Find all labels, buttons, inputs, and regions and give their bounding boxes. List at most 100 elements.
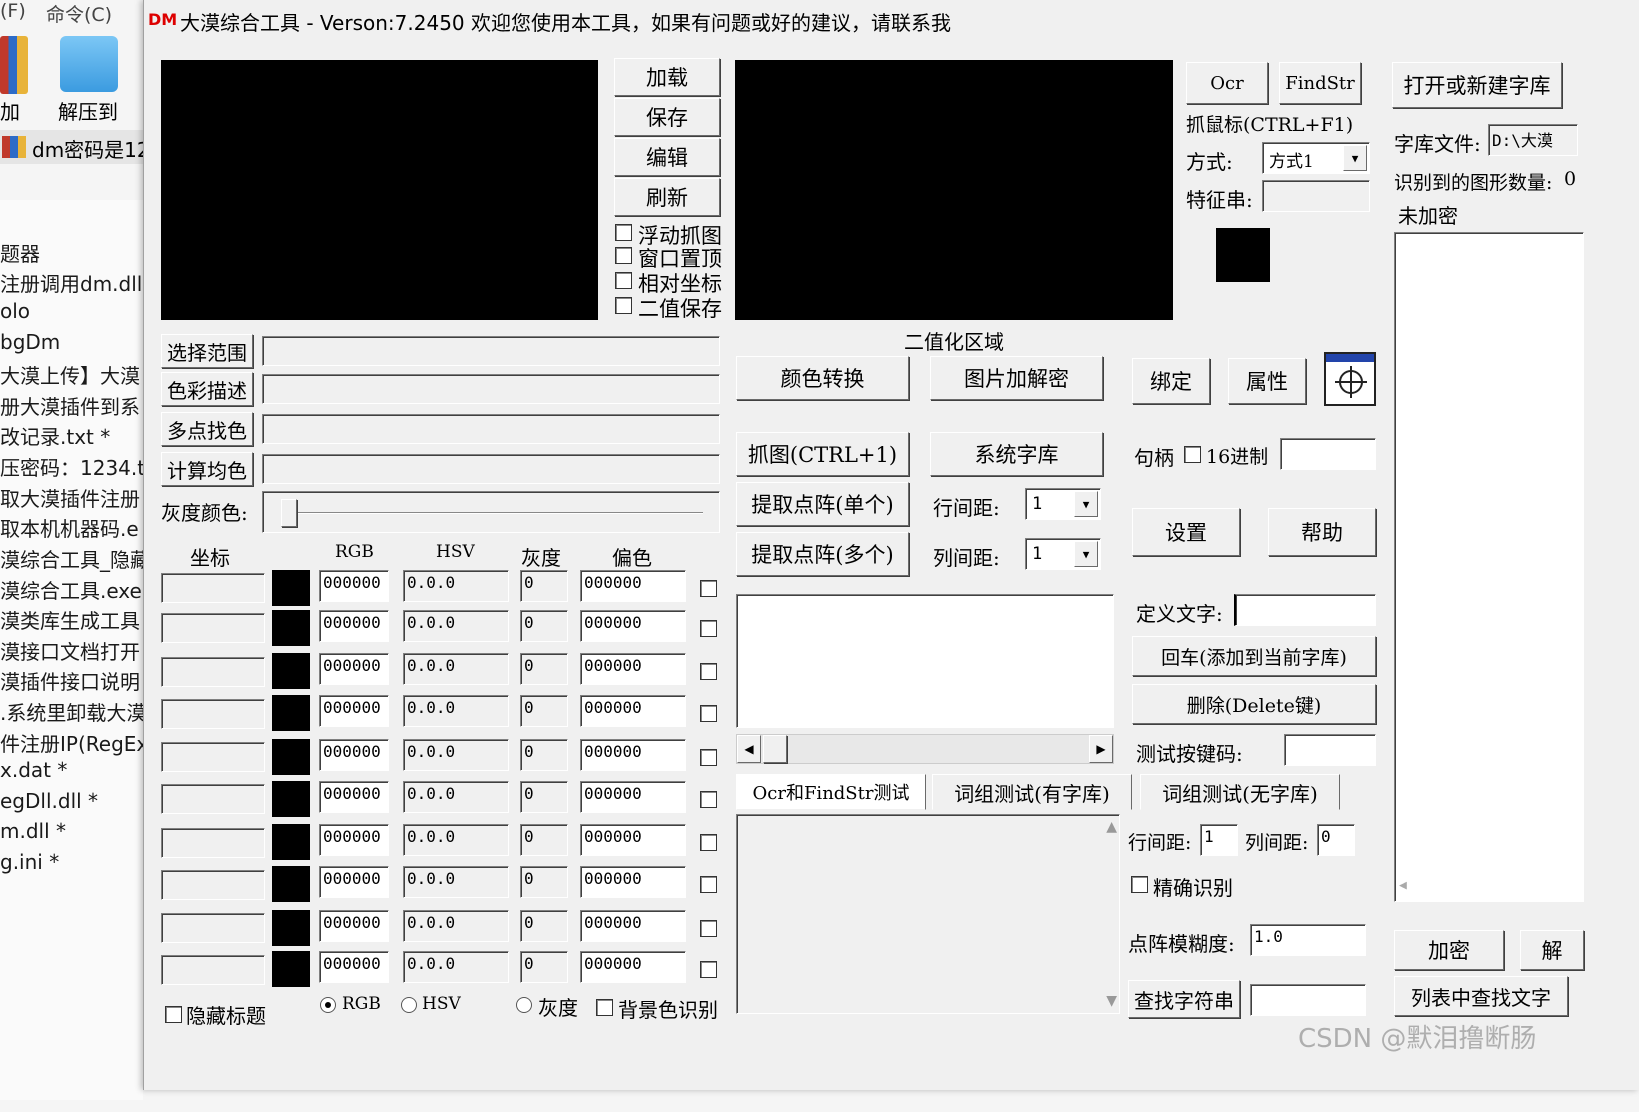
bg-recog-checkbox[interactable]	[596, 999, 613, 1016]
scroll-up-icon[interactable]: ▲	[1106, 819, 1117, 835]
ocr-line-gap-field[interactable]: 1	[1200, 824, 1238, 856]
file-item[interactable]: 册大漠插件到系	[0, 391, 140, 420]
extract-multi-button[interactable]: 提取点阵(多个)	[736, 532, 909, 576]
line-gap-select[interactable]: 1 ▼	[1025, 488, 1101, 520]
find-string-button[interactable]: 查找字符串	[1128, 980, 1240, 1018]
file-item[interactable]: x.dat *	[0, 758, 67, 782]
topmost-checkbox[interactable]	[615, 247, 632, 264]
chevron-down-icon[interactable]: ▼	[1074, 491, 1098, 517]
file-item[interactable]: 大漠上传】大漠	[0, 360, 140, 389]
row-checkbox[interactable]	[700, 705, 717, 722]
file-item[interactable]: olo	[0, 299, 30, 323]
file-item[interactable]: 压密码：1234.t	[0, 452, 143, 481]
rgb-field[interactable]: 000000	[319, 695, 389, 727]
feature-field[interactable]	[1262, 180, 1370, 212]
select-range-button[interactable]: 选择范围	[161, 334, 253, 368]
gray-radio[interactable]	[516, 997, 532, 1013]
settings-button[interactable]: 设置	[1132, 508, 1240, 556]
file-item[interactable]: 注册调用dm.dll	[0, 268, 142, 297]
gray-field[interactable]: 0	[520, 910, 568, 942]
relative-coord-checkbox[interactable]	[615, 272, 632, 289]
encrypt-button[interactable]: 加密	[1394, 930, 1504, 970]
hsv-radio[interactable]	[401, 997, 417, 1013]
file-item[interactable]: m.dll *	[0, 819, 66, 843]
offset-field[interactable]: 000000	[580, 951, 686, 983]
hsv-field[interactable]: 0.0.0	[403, 739, 509, 771]
gray-field[interactable]: 0	[520, 570, 568, 602]
coord-field[interactable]	[161, 870, 265, 900]
offset-field[interactable]: 000000	[580, 781, 686, 813]
file-item[interactable]: 题器	[0, 238, 40, 267]
offset-field[interactable]: 000000	[580, 653, 686, 685]
hsv-field[interactable]: 0.0.0	[403, 824, 509, 856]
float-capture-checkbox[interactable]	[615, 224, 632, 241]
row-checkbox[interactable]	[700, 876, 717, 893]
file-item[interactable]: bgDm	[0, 330, 60, 354]
char-list[interactable]	[736, 594, 1114, 728]
extract-single-button[interactable]: 提取点阵(单个)	[736, 482, 909, 526]
row-checkbox[interactable]	[700, 620, 717, 637]
color-desc-field[interactable]	[262, 374, 720, 404]
row-checkbox[interactable]	[700, 749, 717, 766]
tab-ocr-findstr[interactable]: Ocr和FindStr测试	[736, 774, 926, 810]
color-convert-button[interactable]: 颜色转换	[736, 356, 909, 400]
avg-color-field[interactable]	[262, 454, 720, 484]
save-button[interactable]: 保存	[614, 98, 720, 136]
scroll-thumb[interactable]	[763, 735, 787, 763]
coord-field[interactable]	[161, 613, 265, 643]
chevron-down-icon[interactable]: ▼	[1343, 145, 1367, 171]
gray-field[interactable]: 0	[520, 739, 568, 771]
coord-field[interactable]	[161, 913, 265, 943]
gray-field[interactable]: 0	[520, 653, 568, 685]
edit-button[interactable]: 编辑	[614, 138, 720, 176]
image-preview[interactable]	[161, 60, 598, 320]
hsv-field[interactable]: 0.0.0	[403, 781, 509, 813]
handle-field[interactable]	[1280, 438, 1376, 470]
rgb-field[interactable]: 000000	[319, 781, 389, 813]
scroll-left-icon[interactable]: ◀	[737, 735, 761, 763]
offset-field[interactable]: 000000	[580, 824, 686, 856]
hsv-field[interactable]: 0.0.0	[403, 866, 509, 898]
hsv-field[interactable]: 0.0.0	[403, 910, 509, 942]
color-desc-button[interactable]: 色彩描述	[161, 372, 253, 406]
file-item[interactable]: g.ini *	[0, 850, 59, 874]
toolbar-add-label[interactable]: 加	[0, 96, 20, 125]
file-item[interactable]: egDll.dll *	[0, 789, 98, 813]
delete-button[interactable]: 删除(Delete键)	[1132, 684, 1376, 724]
gray-field[interactable]: 0	[520, 866, 568, 898]
rgb-field[interactable]: 000000	[319, 951, 389, 983]
hsv-field[interactable]: 0.0.0	[403, 653, 509, 685]
gray-field[interactable]: 0	[520, 695, 568, 727]
hex-checkbox[interactable]	[1184, 446, 1201, 463]
load-button[interactable]: 加载	[614, 58, 720, 96]
lib-file-field[interactable]: D:\大漠	[1488, 124, 1578, 156]
coord-field[interactable]	[161, 828, 265, 858]
select-range-field[interactable]	[262, 336, 720, 366]
hsv-field[interactable]: 0.0.0	[403, 951, 509, 983]
exact-recog-checkbox[interactable]	[1131, 876, 1148, 893]
file-item[interactable]: 件注册IP(RegEx	[0, 728, 143, 757]
coord-field[interactable]	[161, 657, 265, 687]
gray-field[interactable]: 0	[520, 781, 568, 813]
gray-field[interactable]: 0	[520, 610, 568, 642]
offset-field[interactable]: 000000	[580, 570, 686, 602]
row-checkbox[interactable]	[700, 961, 717, 978]
coord-field[interactable]	[161, 699, 265, 729]
decrypt-button[interactable]: 解	[1520, 930, 1584, 970]
offset-field[interactable]: 000000	[580, 910, 686, 942]
hsv-field[interactable]: 0.0.0	[403, 610, 509, 642]
blur-field[interactable]: 1.0	[1250, 924, 1366, 956]
rgb-field[interactable]: 000000	[319, 866, 389, 898]
ocr-result-area[interactable]: ▲ ▼	[736, 814, 1120, 1014]
file-item[interactable]: 漠综合工具.exe	[0, 575, 142, 604]
rgb-field[interactable]: 000000	[319, 824, 389, 856]
multi-point-color-field[interactable]	[262, 414, 720, 444]
rgb-field[interactable]: 000000	[319, 739, 389, 771]
rgb-field[interactable]: 000000	[319, 910, 389, 942]
file-item[interactable]: 取本机机器码.e	[0, 513, 139, 542]
col-gap-select[interactable]: 1 ▼	[1025, 538, 1101, 570]
menu-command[interactable]: 命令(C)	[46, 0, 112, 27]
hide-title-checkbox[interactable]	[165, 1006, 182, 1023]
mode-select[interactable]: 方式1 ▼	[1262, 142, 1370, 174]
binary-preview[interactable]	[735, 60, 1173, 320]
